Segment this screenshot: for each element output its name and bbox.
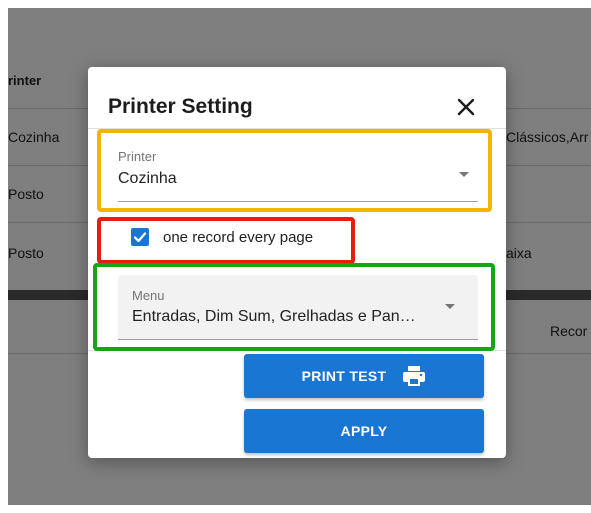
highlight-box-printer — [97, 129, 492, 212]
highlight-box-menu — [93, 263, 495, 351]
print-test-button[interactable]: PRINT TEST — [244, 354, 484, 398]
close-icon — [457, 98, 475, 116]
close-button[interactable] — [452, 93, 480, 121]
dialog-title: Printer Setting — [108, 95, 253, 118]
printer-icon — [402, 365, 426, 387]
apply-label: APPLY — [340, 423, 388, 439]
apply-button[interactable]: APPLY — [244, 409, 484, 453]
print-test-label: PRINT TEST — [301, 368, 387, 384]
highlight-box-checkbox — [97, 217, 355, 264]
